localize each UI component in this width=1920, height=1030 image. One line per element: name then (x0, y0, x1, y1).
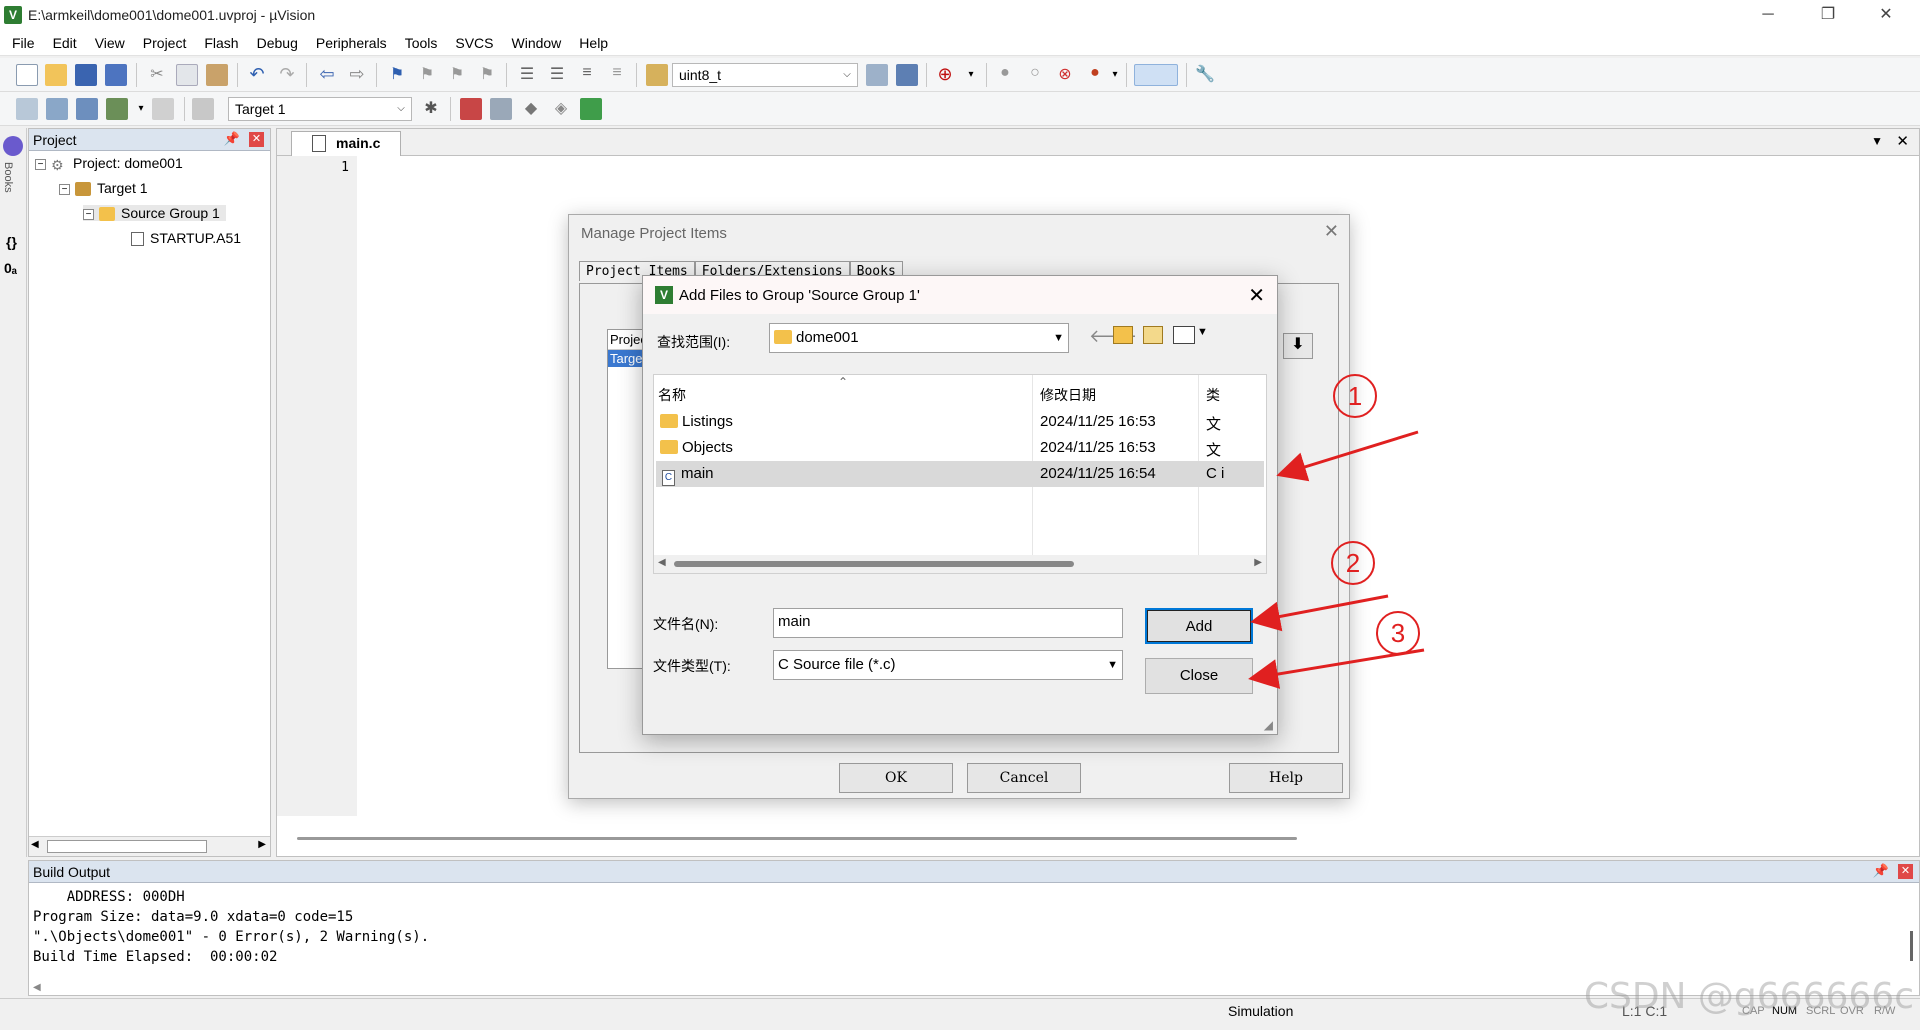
watermark: CSDN @g666666c (1583, 976, 1914, 1017)
annotation-arrows (1248, 430, 1425, 689)
arrow-to-close-button (1248, 648, 1425, 689)
arrow-to-add-button (1250, 594, 1389, 632)
arrow-to-main-file (1276, 430, 1419, 482)
